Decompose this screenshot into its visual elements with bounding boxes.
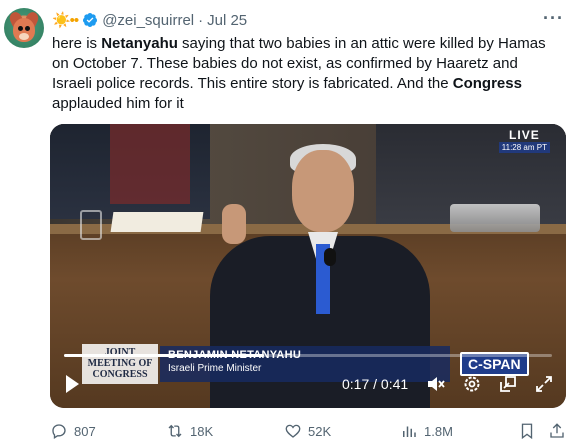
video-timecode: 0:17 / 0:41 (342, 376, 409, 392)
avatar-snout (19, 33, 29, 40)
progress-bar[interactable] (64, 354, 552, 357)
live-label: LIVE (509, 128, 540, 142)
mute-icon[interactable] (426, 374, 446, 394)
tweet-header: ☀️•• @zei_squirrel · Jul 25 (52, 10, 247, 30)
tweet-text: here is Netanyahu saying that two babies… (52, 34, 552, 114)
tweet-text-segment: applauded him for it (52, 95, 184, 112)
tweet-date[interactable]: Jul 25 (207, 12, 247, 29)
video-speaker-hand (222, 204, 246, 244)
action-bar: 807 18K 52K 1.8M (46, 420, 566, 442)
view-count: 1.8M (424, 423, 453, 439)
progress-fill (64, 354, 265, 357)
like-button[interactable]: 52K (284, 420, 331, 442)
fullscreen-icon[interactable] (534, 374, 554, 394)
bookmark-icon (521, 423, 533, 440)
bookmark-button[interactable] (518, 420, 542, 442)
reply-icon (52, 424, 66, 439)
author-handle[interactable]: @zei_squirrel (102, 12, 194, 29)
repost-icon (168, 424, 182, 438)
more-options-icon[interactable]: ··· (543, 8, 564, 29)
video-microphone (324, 248, 336, 266)
avatar-eye (18, 26, 23, 31)
separator-dot: · (198, 11, 204, 29)
tweet-text-segment: here is (52, 35, 102, 52)
play-icon[interactable] (64, 374, 80, 394)
tweet-text-bold: Congress (452, 75, 522, 92)
display-name-emoji[interactable]: ☀️•• (52, 11, 79, 29)
avatar[interactable] (4, 8, 44, 48)
video-player[interactable]: LIVE 11:28 am PT JOINT MEETING OF CONGRE… (50, 124, 566, 408)
video-papers (110, 212, 204, 232)
avatar-eye (25, 26, 30, 31)
repost-count: 18K (190, 423, 214, 439)
picture-in-picture-icon[interactable] (498, 374, 518, 394)
share-icon (550, 423, 564, 438)
settings-icon[interactable] (462, 374, 482, 394)
reply-count: 807 (74, 423, 96, 439)
joint-meeting-logo: JOINT MEETING OF CONGRESS (82, 344, 158, 384)
video-speaker-head (292, 150, 354, 232)
video-glass (80, 210, 102, 240)
repost-button[interactable]: 18K (166, 420, 213, 442)
live-badge: LIVE 11:28 am PT (498, 128, 550, 153)
like-count: 52K (308, 423, 332, 439)
video-audience-left-tie (110, 124, 190, 204)
chyron-title: Israeli Prime Minister (168, 363, 262, 374)
verified-badge-icon[interactable] (82, 12, 98, 28)
tweet-text-bold: Netanyahu (101, 35, 178, 52)
video-silver-set (450, 204, 540, 232)
views-button[interactable]: 1.8M (400, 420, 453, 442)
reply-button[interactable]: 807 (50, 420, 96, 442)
live-time: 11:28 am PT (498, 142, 550, 153)
analytics-icon (403, 426, 416, 437)
heart-icon (285, 424, 301, 438)
share-button[interactable] (548, 420, 572, 442)
